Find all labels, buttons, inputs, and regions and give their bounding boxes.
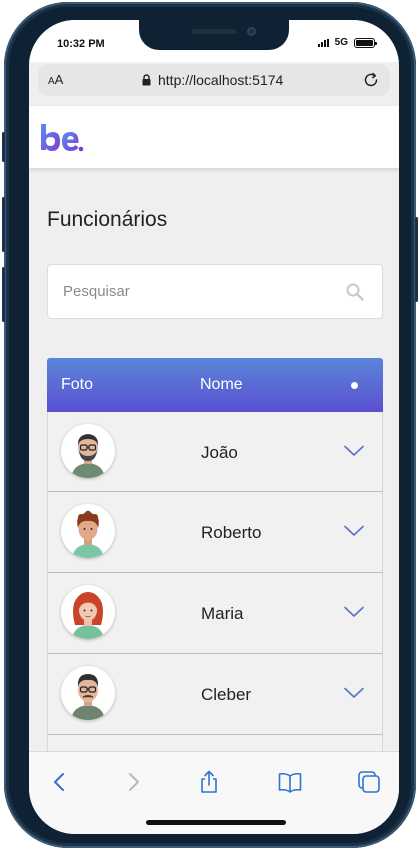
table-row[interactable]: Maria xyxy=(47,573,383,654)
man-glasses-mustache-avatar xyxy=(61,666,115,720)
volume-down-button xyxy=(2,267,5,322)
chevron-down-icon[interactable] xyxy=(344,687,364,699)
table-row[interactable]: Roberto xyxy=(47,492,383,573)
bookmarks-icon[interactable] xyxy=(278,770,302,794)
be-logo[interactable] xyxy=(40,122,84,158)
page-title: Funcionários xyxy=(47,208,168,231)
man-curly-hair-avatar xyxy=(61,504,115,558)
back-icon[interactable] xyxy=(48,770,72,794)
table-row[interactable]: João xyxy=(47,412,383,492)
reload-icon[interactable] xyxy=(362,71,380,89)
search-icon[interactable] xyxy=(346,283,364,301)
table-row[interactable]: Cleber xyxy=(47,654,383,735)
front-camera xyxy=(247,27,256,36)
status-time: 10:32 PM xyxy=(57,38,105,50)
power-button xyxy=(415,217,418,302)
woman-red-hair-avatar xyxy=(61,585,115,639)
man-glasses-beard-avatar xyxy=(61,424,115,478)
address-bar[interactable]: AA http://localhost:5174 xyxy=(38,64,390,96)
app-header xyxy=(29,106,399,168)
phone-screen: 10:32 PM 5G AA http://localhost:5174 Fun… xyxy=(29,20,399,834)
employee-name: Roberto xyxy=(201,523,262,542)
url-text[interactable]: http://localhost:5174 xyxy=(158,72,283,88)
employee-name: Maria xyxy=(201,604,244,623)
battery-icon xyxy=(354,37,377,48)
status-indicators: 5G xyxy=(317,37,377,48)
chevron-down-icon[interactable] xyxy=(344,606,364,618)
notch xyxy=(139,20,289,50)
signal-icon xyxy=(317,38,329,47)
search-box[interactable] xyxy=(47,264,383,319)
home-indicator xyxy=(146,820,286,825)
network-type: 5G xyxy=(334,37,348,48)
lock-icon xyxy=(142,74,151,86)
column-header-photo: Foto xyxy=(61,376,94,393)
search-input[interactable] xyxy=(63,265,333,318)
column-header-dot-icon xyxy=(351,382,358,389)
chevron-down-icon[interactable] xyxy=(344,445,364,457)
phone-frame: 10:32 PM 5G AA http://localhost:5174 Fun… xyxy=(2,2,418,848)
volume-up-button xyxy=(2,197,5,252)
forward-icon[interactable] xyxy=(121,770,145,794)
share-icon[interactable] xyxy=(197,770,221,794)
tabs-icon[interactable] xyxy=(357,770,381,794)
silent-switch xyxy=(2,132,5,162)
text-size-button[interactable]: AA xyxy=(48,72,63,87)
column-header-name[interactable]: Nome xyxy=(200,376,243,394)
table-header: Foto Nome xyxy=(47,358,383,412)
employee-name: João xyxy=(201,443,238,462)
employee-name: Cleber xyxy=(201,685,252,704)
chevron-down-icon[interactable] xyxy=(344,525,364,537)
speaker xyxy=(191,29,237,34)
